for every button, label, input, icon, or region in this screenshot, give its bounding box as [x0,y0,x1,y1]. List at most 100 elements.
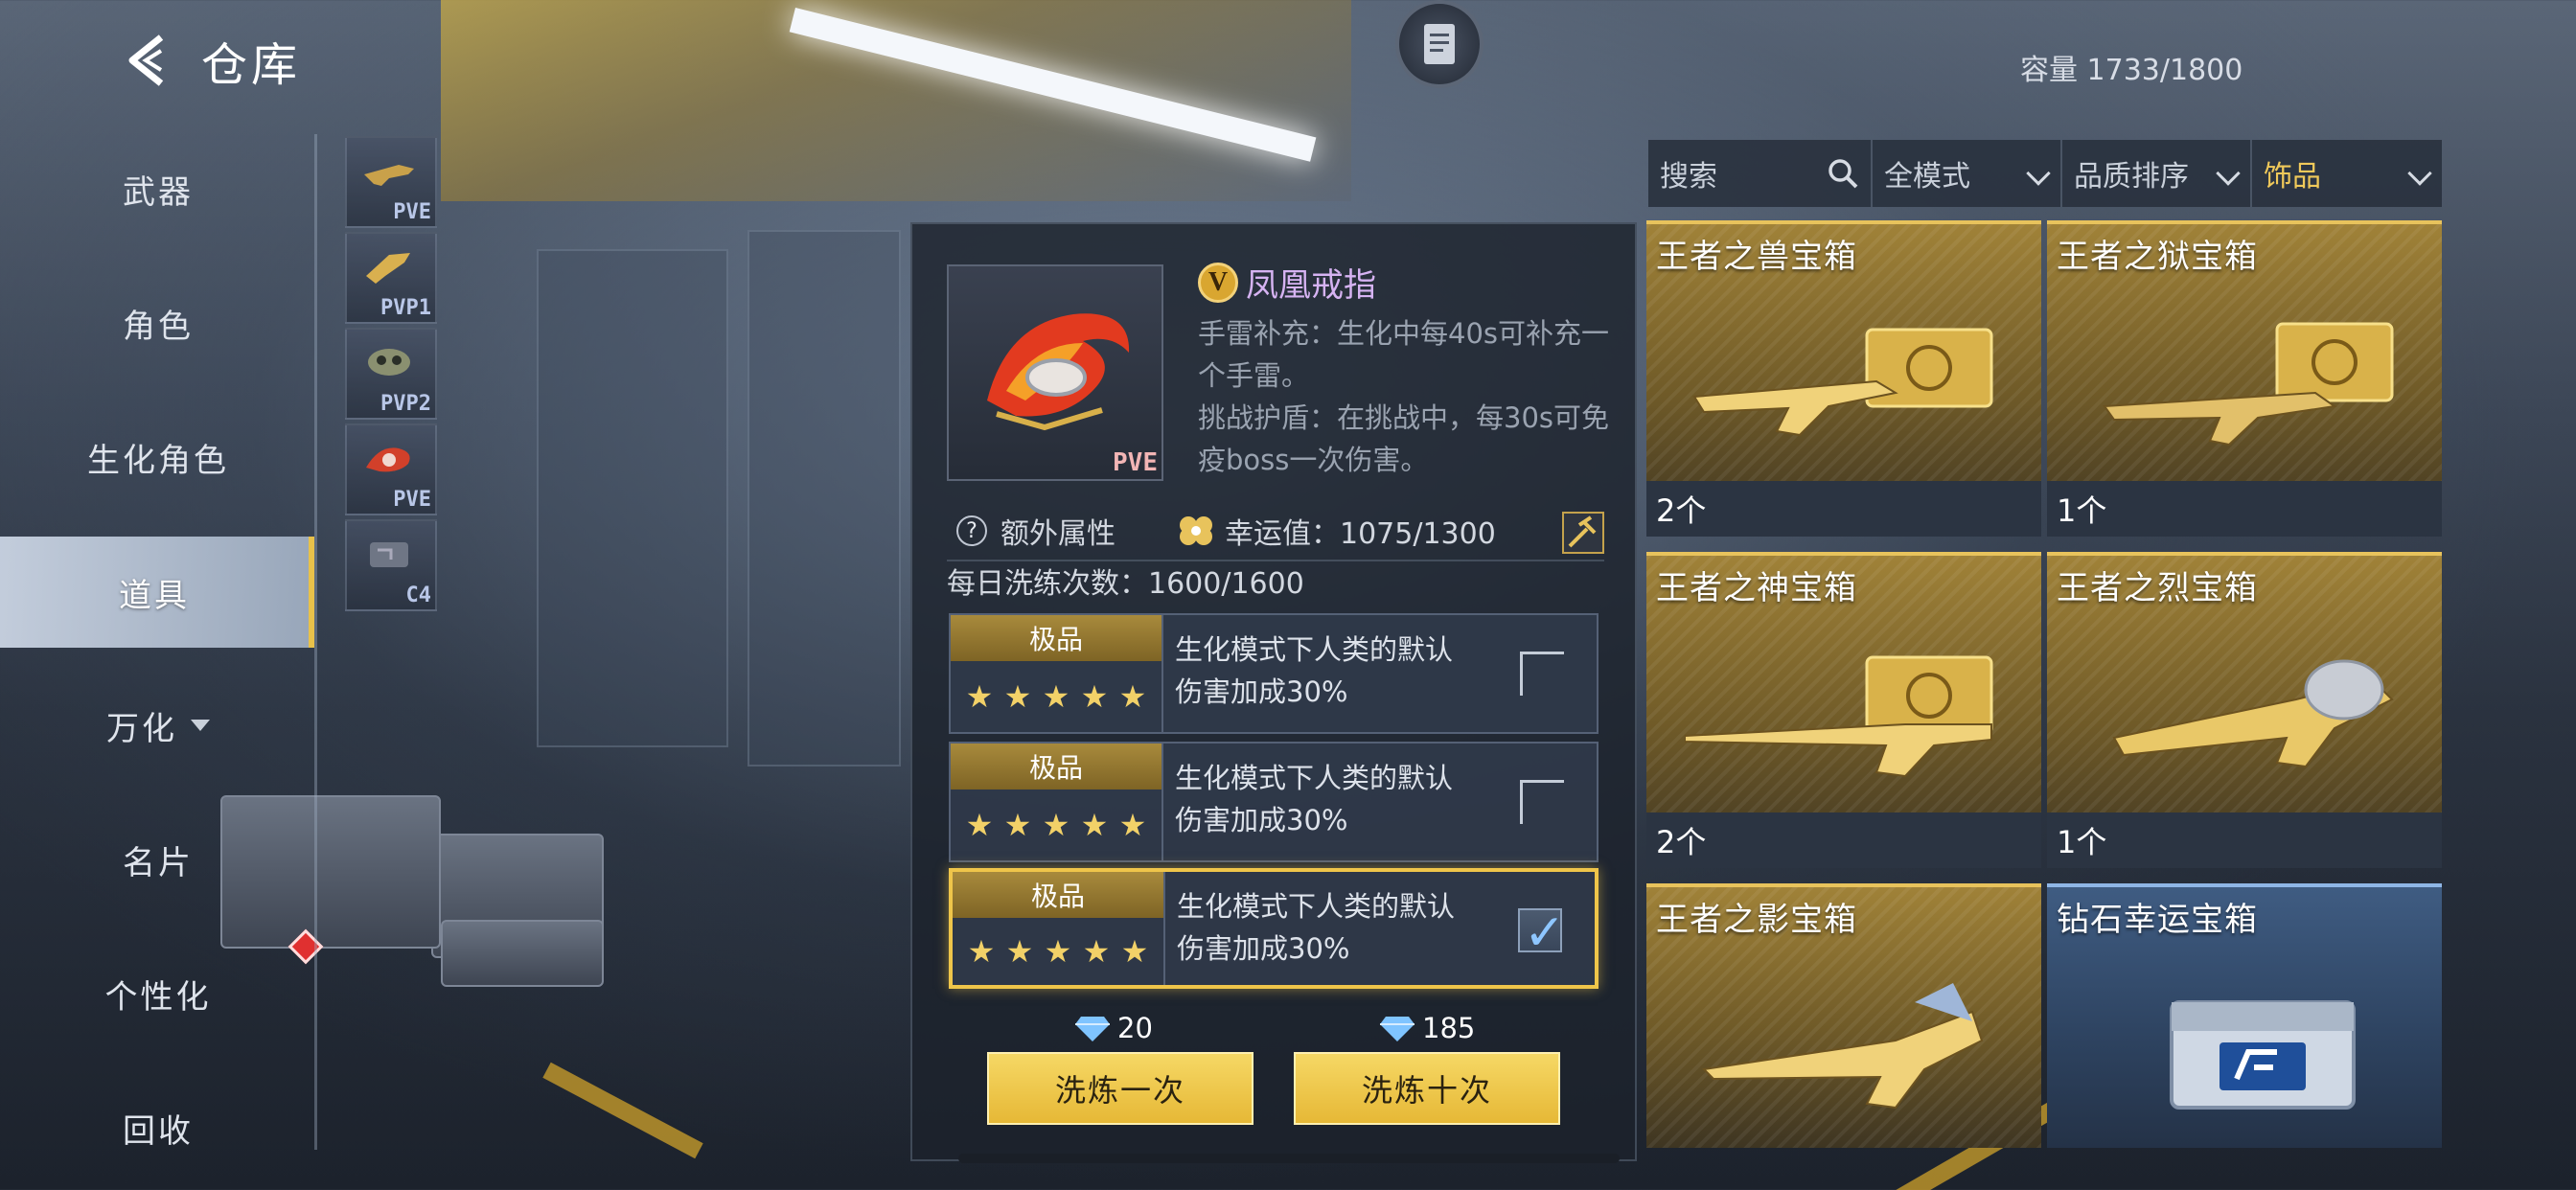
nav-item-bio-characters[interactable]: 生化角色 [0,423,316,491]
item-tag: PVE [1113,448,1158,477]
star-icon: ★ [1005,933,1034,970]
category-dropdown[interactable]: 饰品 [2252,140,2442,207]
grade-label: 极品 [951,744,1162,790]
option-checkbox[interactable] [1520,652,1564,696]
refine-ten-button[interactable]: 洗炼十次 [1294,1052,1560,1125]
grade-label: 极品 [951,615,1162,661]
option-checkbox-checked[interactable]: ✓ [1518,904,1566,962]
category-value: 饰品 [2264,160,2321,194]
nav-item-characters[interactable]: 角色 [0,289,316,356]
star-rating: ★ ★ ★ ★ ★ [953,918,1163,985]
refine-once-button[interactable]: 洗炼一次 [987,1052,1254,1125]
nav-item-items[interactable]: 道具 [0,537,314,648]
star-icon: ★ [1082,933,1111,970]
nav-item-transform[interactable]: 万化 [0,692,316,759]
option-grade-block: 极品 ★ ★ ★ ★ ★ [953,872,1165,985]
hammer-icon [1568,515,1597,548]
equipped-slot[interactable]: PVE [345,423,437,515]
nav-item-recycle[interactable]: 回收 [0,1094,316,1161]
star-icon: ★ [967,933,996,970]
equipped-slot[interactable]: PVE [345,136,437,228]
equipped-slot[interactable]: C4 [345,519,437,611]
card-title: 王者之狱宝箱 [2057,238,2258,276]
extra-attribute-label: 额外属性 [1000,517,1116,551]
star-icon: ★ [1003,678,1032,715]
refine-once-cost: 20 [1075,1012,1153,1044]
slot-label: C4 [405,584,432,607]
diamond-icon [1075,1017,1110,1041]
back-arrow-icon[interactable] [125,32,172,89]
tool-icon[interactable] [1562,512,1604,554]
clover-icon [1180,516,1212,545]
nav-label: 道具 [119,576,190,615]
wall-panel [537,249,728,747]
help-icon[interactable]: ? [956,515,987,546]
item-detail-panel: PVE V 凤凰戒指 手雷补充：生化中每40s可补充一个手雷。 挑战护盾：在挑战… [910,222,1637,1161]
chevron-down-icon [2407,161,2432,186]
nav-label: 名片 [123,843,194,882]
nav-item-personalize[interactable]: 个性化 [0,960,316,1027]
nav-item-cards[interactable]: 名片 [0,826,316,893]
mode-dropdown[interactable]: 全模式 [1873,140,2062,207]
star-icon: ★ [1118,807,1147,843]
search-icon [1828,159,1858,189]
nav-label: 个性化 [104,977,212,1017]
star-icon: ★ [1042,678,1070,715]
option-grade-block: 极品 ★ ★ ★ ★ ★ [951,744,1163,860]
card-title: 王者之兽宝箱 [1656,238,1857,276]
item-card[interactable]: 王者之神宝箱 2个 [1646,552,2041,868]
chevron-down-icon [2216,161,2241,186]
filter-bar: 搜索 全模式 品质排序 饰品 [1648,140,2442,207]
option-grade-block: 极品 ★ ★ ★ ★ ★ [951,615,1163,732]
horizontal-scrollbar[interactable] [958,1154,1620,1163]
refine-option-selected[interactable]: 极品 ★ ★ ★ ★ ★ 生化模式下人类的默认 伤害加成30% ✓ [949,868,1598,989]
slot-label: PVE [393,488,431,512]
search-input[interactable]: 搜索 [1648,140,1873,207]
document-icon [1424,24,1455,64]
refine-option[interactable]: 极品 ★ ★ ★ ★ ★ 生化模式下人类的默认 伤害加成30% [949,742,1598,862]
slot-label: PVP1 [380,296,431,320]
option-checkbox[interactable] [1520,780,1564,824]
card-title: 王者之影宝箱 [1656,901,1857,939]
nav-item-weapons[interactable]: 武器 [0,155,316,222]
mask-icon [368,349,410,376]
attribute-row: ? 额外属性 幸运值：1075/1300 [947,502,1604,561]
crate [441,920,604,987]
chevron-down-icon [2026,161,2051,186]
weapon-icon [366,253,410,284]
item-name: 凤凰戒指 [1246,266,1376,305]
item-card[interactable]: 钻石幸运宝箱 [2047,883,2442,1148]
capacity-label: 容量 1733/1800 [2020,54,2243,87]
nav-label: 角色 [123,307,194,346]
grade-label: 极品 [953,872,1163,918]
sort-dropdown[interactable]: 品质排序 [2062,140,2252,207]
item-card[interactable]: 王者之兽宝箱 2个 [1646,220,2041,537]
card-count: 2个 [1646,481,2041,537]
diamond-icon [1380,1017,1414,1041]
star-icon: ★ [965,678,994,715]
gold-sniper-chest-icon [1685,655,1993,778]
item-card[interactable]: 王者之影宝箱 [1646,883,2041,1148]
document-button[interactable] [1395,0,1484,88]
item-card[interactable]: 王者之烈宝箱 1个 [2047,552,2442,868]
star-icon: ★ [1042,807,1070,843]
description-line: 手雷补充：生化中每40s可补充一个手雷。 [1198,317,1610,392]
refine-option[interactable]: 极品 ★ ★ ★ ★ ★ 生化模式下人类的默认 伤害加成30% [949,613,1598,734]
item-name-row: V 凤凰戒指 [1198,259,1376,306]
gold-rifle-chest-icon [1692,328,1993,437]
diamond-chest-icon [2170,1000,2356,1110]
ceiling-decor [441,0,1351,201]
nav-label: 回收 [123,1111,194,1151]
description-line: 挑战护盾：在挑战中，每30s可免疫boss一次伤害。 [1198,401,1610,476]
equipped-slot[interactable]: PVP2 [345,328,437,420]
left-nav: 仓库 武器 角色 生化角色 道具 万化 名片 个性化 回收 [0,0,324,1190]
equipped-slot[interactable]: PVP1 [345,232,437,324]
cost-value: 20 [1117,1012,1153,1044]
checkmark-icon: ✓ [1524,904,1566,962]
mode-value: 全模式 [1884,160,1970,194]
gold-rifle-chest-icon [2103,322,2394,446]
floor-stripe [542,1062,703,1159]
star-rating: ★ ★ ★ ★ ★ [951,790,1162,860]
vip-badge-icon: V [1198,262,1238,303]
item-card[interactable]: 王者之狱宝箱 1个 [2047,220,2442,537]
